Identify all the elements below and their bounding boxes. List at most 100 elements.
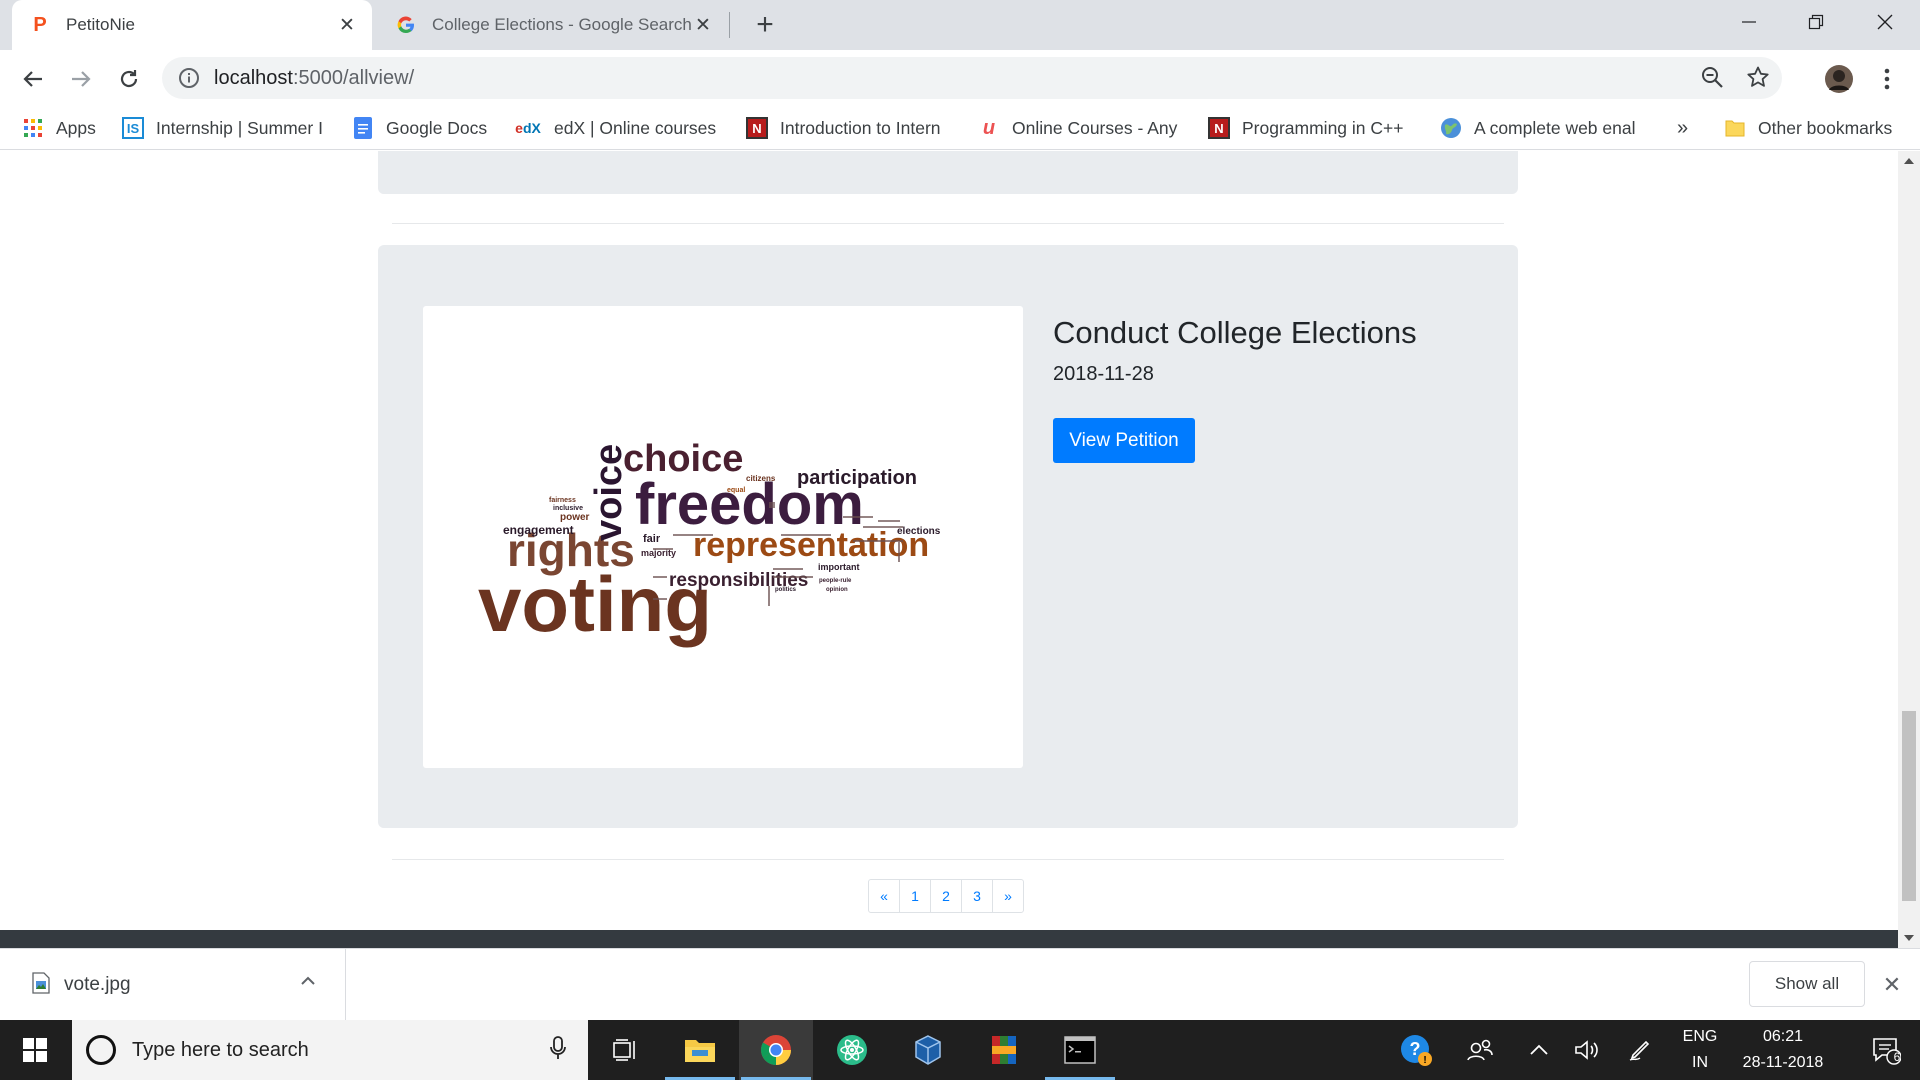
- taskbar-chrome[interactable]: [739, 1020, 813, 1080]
- back-button[interactable]: [18, 64, 48, 94]
- close-icon[interactable]: ✕: [1880, 972, 1904, 997]
- chrome-icon: [760, 1035, 791, 1065]
- word-representation: representation: [693, 526, 929, 564]
- scroll-up-arrow-icon[interactable]: [1903, 155, 1915, 167]
- bookmark-label: A complete web enal: [1474, 117, 1636, 138]
- minimize-window-button[interactable]: [1726, 0, 1772, 44]
- internshala-icon: IS: [122, 117, 144, 139]
- bookmark-label: Programming in C++: [1242, 117, 1404, 138]
- restore-window-button[interactable]: [1793, 0, 1839, 44]
- bookmark-web-enabled[interactable]: A complete web enal: [1440, 116, 1644, 140]
- task-view-button[interactable]: [588, 1020, 662, 1080]
- page-scrollbar[interactable]: [1898, 151, 1920, 948]
- word-choice: choice: [623, 438, 743, 480]
- word-equal: equal: [727, 487, 745, 494]
- bookmarks-overflow-button[interactable]: »: [1677, 116, 1697, 140]
- image-file-icon: [32, 971, 50, 999]
- bookmark-internship[interactable]: IS Internship | Summer I: [122, 116, 328, 140]
- page-footer: [0, 930, 1898, 948]
- petitonie-favicon-icon: P: [33, 13, 47, 36]
- bookmark-label: Introduction to Intern: [780, 117, 941, 138]
- tab-google-search[interactable]: College Elections - Google Search ✕: [378, 0, 728, 50]
- chevron-up-icon[interactable]: [1524, 1020, 1554, 1080]
- divider: [392, 859, 1504, 860]
- profile-avatar[interactable]: [1822, 62, 1856, 96]
- windows-logo-icon: [23, 1038, 47, 1062]
- pagination-page-1[interactable]: 1: [899, 879, 931, 913]
- pen-workspace-icon[interactable]: [1625, 1020, 1655, 1080]
- petition-image[interactable]: voting freedom rights choice voice repre…: [423, 306, 1023, 768]
- word-fair: fair: [643, 533, 661, 545]
- start-button[interactable]: [0, 1020, 70, 1080]
- bookmark-star-icon[interactable]: [1746, 65, 1770, 94]
- pagination-page-2[interactable]: 2: [930, 879, 962, 913]
- scrollbar-thumb[interactable]: [1902, 711, 1916, 901]
- volume-icon[interactable]: [1572, 1020, 1602, 1080]
- people-tray-icon[interactable]: [1462, 1020, 1498, 1080]
- apps-grid-icon: [22, 117, 44, 139]
- udemy-icon: u: [982, 116, 996, 139]
- word-engagement: engagement: [503, 523, 574, 537]
- divider: [392, 223, 1504, 224]
- word-elections: elections: [897, 526, 941, 537]
- microphone-icon[interactable]: [550, 1035, 566, 1065]
- folder-icon: [1724, 117, 1746, 139]
- show-all-downloads-button[interactable]: Show all: [1749, 961, 1865, 1007]
- bookmark-cpp[interactable]: N Programming in C++: [1208, 116, 1414, 140]
- language-code: ENG: [1682, 1028, 1718, 1045]
- bookmark-label: Apps: [56, 117, 96, 138]
- google-docs-icon: [352, 117, 374, 139]
- new-tab-button[interactable]: +: [750, 8, 780, 41]
- word-voice: voice: [588, 444, 630, 541]
- taskbar-search-box[interactable]: Type here to search: [72, 1020, 588, 1080]
- taskbar-atom[interactable]: [815, 1020, 889, 1080]
- word-important: important: [818, 562, 860, 572]
- download-filename: vote.jpg: [64, 974, 131, 995]
- tab-strip: P PetitoNie ✕ College Elections - Google…: [0, 0, 1920, 50]
- cortana-icon: [86, 1035, 116, 1065]
- petition-date: 2018-11-28: [1053, 363, 1154, 385]
- bookmark-intro-internet[interactable]: N Introduction to Intern: [746, 116, 952, 140]
- globe-icon: [1440, 117, 1462, 139]
- zoom-icon[interactable]: [1700, 65, 1724, 94]
- word-politics: politics: [775, 587, 797, 593]
- input-language-indicator[interactable]: ENG IN: [1670, 1020, 1730, 1080]
- site-info-icon[interactable]: [178, 67, 200, 89]
- pagination-next[interactable]: »: [992, 879, 1024, 913]
- word-power: power: [560, 512, 590, 523]
- tab-petitonie[interactable]: P PetitoNie ✕: [12, 0, 372, 50]
- scroll-down-arrow-icon[interactable]: [1903, 932, 1915, 944]
- address-bar[interactable]: localhost:5000/allview/: [162, 57, 1782, 99]
- url-host: localhost: [214, 66, 293, 89]
- taskbar-command-prompt[interactable]: [1043, 1020, 1117, 1080]
- chevron-up-icon[interactable]: [300, 973, 316, 994]
- taskbar-virtualbox[interactable]: [891, 1020, 965, 1080]
- tab-separator: [729, 12, 730, 38]
- notification-count: 6: [1893, 1050, 1901, 1064]
- pagination-page-3[interactable]: 3: [961, 879, 993, 913]
- close-tab-icon[interactable]: ✕: [692, 14, 714, 36]
- download-item[interactable]: vote.jpg: [0, 949, 346, 1021]
- bookmark-udemy[interactable]: u Online Courses - Any: [978, 116, 1180, 140]
- taskbar-winrar[interactable]: [967, 1020, 1041, 1080]
- other-bookmarks-folder[interactable]: Other bookmarks: [1724, 116, 1920, 140]
- nptel-icon: N: [1208, 117, 1230, 139]
- system-clock[interactable]: 06:21 28-11-2018: [1728, 1020, 1838, 1080]
- bookmark-apps[interactable]: Apps: [22, 116, 102, 140]
- word-participation: participation: [797, 467, 917, 489]
- pagination-prev[interactable]: «: [868, 879, 900, 913]
- close-window-button[interactable]: [1862, 0, 1908, 44]
- action-center-button[interactable]: 6: [1856, 1020, 1916, 1080]
- edx-icon: e dX: [515, 120, 541, 136]
- bookmark-google-docs[interactable]: Google Docs: [352, 116, 502, 140]
- bookmark-edx[interactable]: e dX edX | Online courses: [514, 116, 716, 140]
- page-viewport: voting freedom rights choice voice repre…: [0, 151, 1898, 930]
- previous-petition-card: [378, 151, 1518, 194]
- forward-button[interactable]: [66, 64, 96, 94]
- chrome-menu-icon[interactable]: [1872, 64, 1902, 94]
- help-tray-icon[interactable]: ?!: [1396, 1020, 1436, 1080]
- view-petition-button[interactable]: View Petition: [1053, 418, 1195, 463]
- close-tab-icon[interactable]: ✕: [336, 14, 358, 36]
- taskbar-file-explorer[interactable]: [663, 1020, 737, 1080]
- reload-button[interactable]: [114, 64, 144, 94]
